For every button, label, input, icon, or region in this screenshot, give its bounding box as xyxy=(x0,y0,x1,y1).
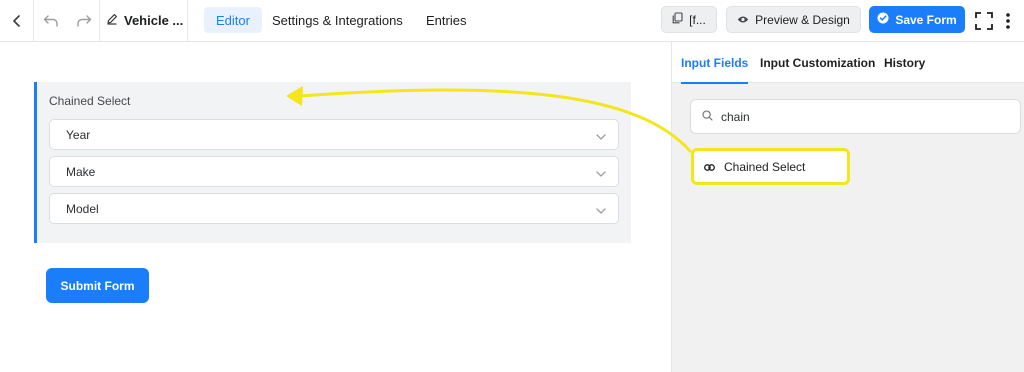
right-sidebar: Input Fields Input Customization History… xyxy=(671,42,1024,372)
sidebar-tabs: Input Fields Input Customization History xyxy=(672,42,1024,84)
save-form-button[interactable]: Save Form xyxy=(869,6,965,33)
save-form-label: Save Form xyxy=(895,12,957,27)
year-select[interactable]: Year xyxy=(49,119,619,150)
shortcode-button[interactable]: [f... xyxy=(661,6,717,33)
copy-icon xyxy=(672,12,683,27)
fullscreen-icon[interactable] xyxy=(972,0,996,41)
select-placeholder: Model xyxy=(66,201,99,216)
preview-design-label: Preview & Design xyxy=(755,12,850,27)
tab-editor[interactable]: Editor xyxy=(204,7,262,33)
toolbar-divider xyxy=(99,0,100,41)
model-select[interactable]: Model xyxy=(49,193,619,224)
make-select[interactable]: Make xyxy=(49,156,619,187)
field-label: Chained Select xyxy=(49,94,131,108)
top-toolbar: Vehicle ... Editor Settings & Integratio… xyxy=(0,0,1024,42)
search-icon xyxy=(702,109,713,124)
toolbar-divider xyxy=(187,0,188,41)
search-value: chain xyxy=(721,109,750,124)
more-vertical-icon[interactable] xyxy=(1000,0,1016,41)
check-circle-icon xyxy=(877,12,889,27)
chevron-down-icon xyxy=(596,167,606,181)
undo-icon[interactable] xyxy=(37,0,65,41)
eye-icon xyxy=(737,13,749,27)
select-placeholder: Year xyxy=(66,127,91,142)
shortcode-label: [f... xyxy=(689,12,706,27)
tab-input-customization[interactable]: Input Customization xyxy=(760,42,875,83)
link-icon xyxy=(704,160,715,174)
select-placeholder: Make xyxy=(66,164,96,179)
field-item-label: Chained Select xyxy=(724,159,806,174)
chevron-left-icon[interactable] xyxy=(0,0,33,41)
tab-input-fields[interactable]: Input Fields xyxy=(681,42,749,84)
tab-history[interactable]: History xyxy=(884,42,925,83)
toolbar-divider xyxy=(33,0,34,41)
preview-design-button[interactable]: Preview & Design xyxy=(726,6,861,33)
chained-select-field-item[interactable]: Chained Select xyxy=(691,148,850,185)
chained-select-field[interactable]: Chained Select Year Make Model xyxy=(34,82,631,243)
pencil-icon xyxy=(106,13,118,28)
redo-icon[interactable] xyxy=(70,0,98,41)
chevron-down-icon xyxy=(596,204,606,218)
submit-form-button[interactable]: Submit Form xyxy=(46,268,149,303)
field-search-input[interactable]: chain xyxy=(690,99,1021,134)
tab-settings-integrations[interactable]: Settings & Integrations xyxy=(260,7,415,33)
form-title-text: Vehicle ... xyxy=(124,13,184,28)
chevron-down-icon xyxy=(596,130,606,144)
form-title[interactable]: Vehicle ... xyxy=(106,0,183,41)
tab-entries[interactable]: Entries xyxy=(414,7,478,33)
